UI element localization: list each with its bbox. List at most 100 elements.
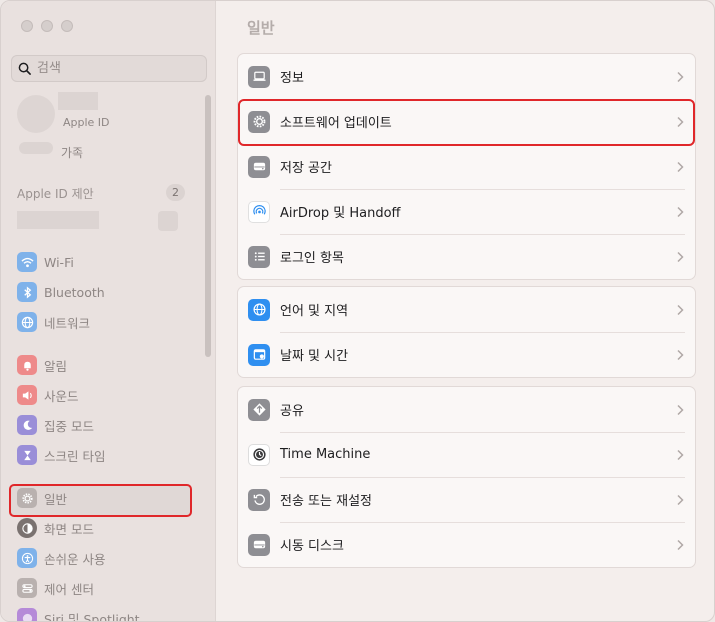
sidebar-item-label: Wi-Fi: [44, 254, 74, 270]
suggestions-count-badge: 2: [166, 184, 185, 201]
bluetooth-icon: [17, 282, 37, 302]
chevron-right-icon: [677, 539, 684, 550]
zoom-window-button[interactable]: [61, 20, 73, 32]
sidebar-item-label: 네트워크: [44, 315, 91, 331]
drive-icon: [248, 155, 270, 178]
hourglass-icon: [17, 445, 37, 465]
share-icon: [248, 398, 270, 421]
sidebar-item-label: 스크린 타임: [44, 448, 106, 464]
minimize-window-button[interactable]: [41, 20, 53, 32]
redacted-suggestion: [17, 211, 99, 229]
row-label: AirDrop 및 Handoff: [280, 206, 401, 221]
redacted-account-name: [58, 92, 98, 110]
globe-icon: [248, 298, 270, 321]
chevron-right-icon: [677, 71, 684, 82]
row-airdrop-handoff[interactable]: AirDrop 및 Handoff: [238, 189, 695, 234]
sidebar-item-label: Bluetooth: [44, 284, 105, 300]
apple-id-subtitle: Apple ID: [63, 116, 110, 129]
sidebar-item-label: 사운드: [44, 388, 79, 404]
row-label: 언어 및 지역: [280, 304, 349, 319]
time-machine-icon: [248, 443, 270, 466]
reset-icon: [248, 488, 270, 511]
sidebar-item-notifications[interactable]: 알림: [17, 353, 67, 377]
sidebar-item-label: 일반: [44, 491, 68, 507]
avatar[interactable]: [17, 95, 55, 133]
row-time-machine[interactable]: Time Machine: [238, 432, 695, 477]
row-date-time[interactable]: 날짜 및 시간: [238, 332, 695, 377]
moon-icon: [17, 415, 37, 435]
search-icon: [18, 62, 31, 75]
sidebar-item-wifi[interactable]: Wi-Fi: [17, 250, 74, 274]
row-storage[interactable]: 저장 공간: [238, 144, 695, 189]
row-label: 저장 공간: [280, 161, 332, 176]
family-item[interactable]: 가족: [61, 144, 83, 161]
close-window-button[interactable]: [21, 20, 33, 32]
apple-id-suggestions-label[interactable]: Apple ID 제안: [17, 185, 94, 202]
row-label: 날짜 및 시간: [280, 349, 349, 364]
row-software-update[interactable]: 소프트웨어 업데이트: [238, 99, 695, 144]
globe-icon: [17, 312, 37, 332]
sidebar-item-focus[interactable]: 집중 모드: [17, 413, 94, 437]
chevron-right-icon: [677, 494, 684, 505]
chevron-right-icon: [677, 449, 684, 460]
row-language-region[interactable]: 언어 및 지역: [238, 287, 695, 332]
sidebar-item-bluetooth[interactable]: Bluetooth: [17, 280, 105, 304]
calendar-icon: [248, 343, 270, 366]
sidebar-item-label: 화면 모드: [44, 521, 94, 537]
sidebar-scrollbar[interactable]: [205, 95, 211, 357]
row-about[interactable]: 정보: [238, 54, 695, 99]
sidebar-item-label: Siri 및 Spotlight: [44, 611, 140, 622]
search-field[interactable]: [11, 55, 207, 82]
disk-icon: [248, 533, 270, 556]
sidebar-item-label: 손쉬운 사용: [44, 551, 106, 567]
gear-icon: [17, 488, 37, 508]
list-icon: [248, 245, 270, 268]
settings-group-system: 정보 소프트웨어 업데이트 저장 공간 AirDrop 및 Handoff 로그…: [237, 53, 696, 280]
sidebar-item-general[interactable]: 일반: [17, 486, 67, 510]
sidebar-item-label: 알림: [44, 358, 68, 374]
chevron-right-icon: [677, 116, 684, 127]
settings-window: Apple ID 가족 Apple ID 제안 2 Wi-Fi Bluetoot…: [0, 0, 715, 622]
chevron-right-icon: [677, 161, 684, 172]
wifi-icon: [17, 252, 37, 272]
chevron-right-icon: [677, 206, 684, 217]
sidebar-item-appearance[interactable]: 화면 모드: [17, 516, 94, 540]
sidebar: Apple ID 가족 Apple ID 제안 2 Wi-Fi Bluetoot…: [1, 1, 216, 622]
row-label: 공유: [280, 404, 304, 419]
row-transfer-reset[interactable]: 전송 또는 재설정: [238, 477, 695, 522]
chevron-right-icon: [677, 404, 684, 415]
sidebar-item-accessibility[interactable]: 손쉬운 사용: [17, 546, 105, 570]
row-label: 전송 또는 재설정: [280, 494, 372, 509]
gear-icon: [248, 110, 270, 133]
row-label: 소프트웨어 업데이트: [280, 116, 392, 131]
chevron-right-icon: [677, 304, 684, 315]
redacted-suggestion-icon: [158, 211, 178, 231]
laptop-icon: [248, 65, 270, 88]
page-title: 일반: [247, 19, 275, 37]
airdrop-icon: [248, 200, 270, 223]
appearance-icon: [17, 518, 37, 538]
row-startup-disk[interactable]: 시동 디스크: [238, 522, 695, 567]
settings-group-region: 언어 및 지역 날짜 및 시간: [237, 286, 696, 378]
settings-group-maintenance: 공유 Time Machine 전송 또는 재설정 시동 디스크: [237, 386, 696, 568]
row-login-items[interactable]: 로그인 항목: [238, 234, 695, 279]
row-label: 정보: [280, 71, 304, 86]
sidebar-item-control-center[interactable]: 제어 센터: [17, 576, 94, 600]
sidebar-item-label: 제어 센터: [44, 581, 94, 597]
sidebar-item-network[interactable]: 네트워크: [17, 310, 90, 334]
sidebar-item-screen-time[interactable]: 스크린 타임: [17, 443, 105, 467]
chevron-right-icon: [677, 349, 684, 360]
redacted-family-avatars: [19, 142, 53, 154]
row-sharing[interactable]: 공유: [238, 387, 695, 432]
accessibility-icon: [17, 548, 37, 568]
siri-icon: [17, 608, 37, 621]
window-controls: [21, 20, 73, 32]
bell-icon: [17, 355, 37, 375]
sidebar-item-sound[interactable]: 사운드: [17, 383, 79, 407]
row-label: 로그인 항목: [280, 251, 344, 266]
sidebar-item-label: 집중 모드: [44, 418, 94, 434]
chevron-right-icon: [677, 251, 684, 262]
sidebar-item-siri-spotlight[interactable]: Siri 및 Spotlight: [17, 606, 140, 622]
search-input[interactable]: [37, 61, 197, 76]
row-label: Time Machine: [280, 447, 371, 462]
